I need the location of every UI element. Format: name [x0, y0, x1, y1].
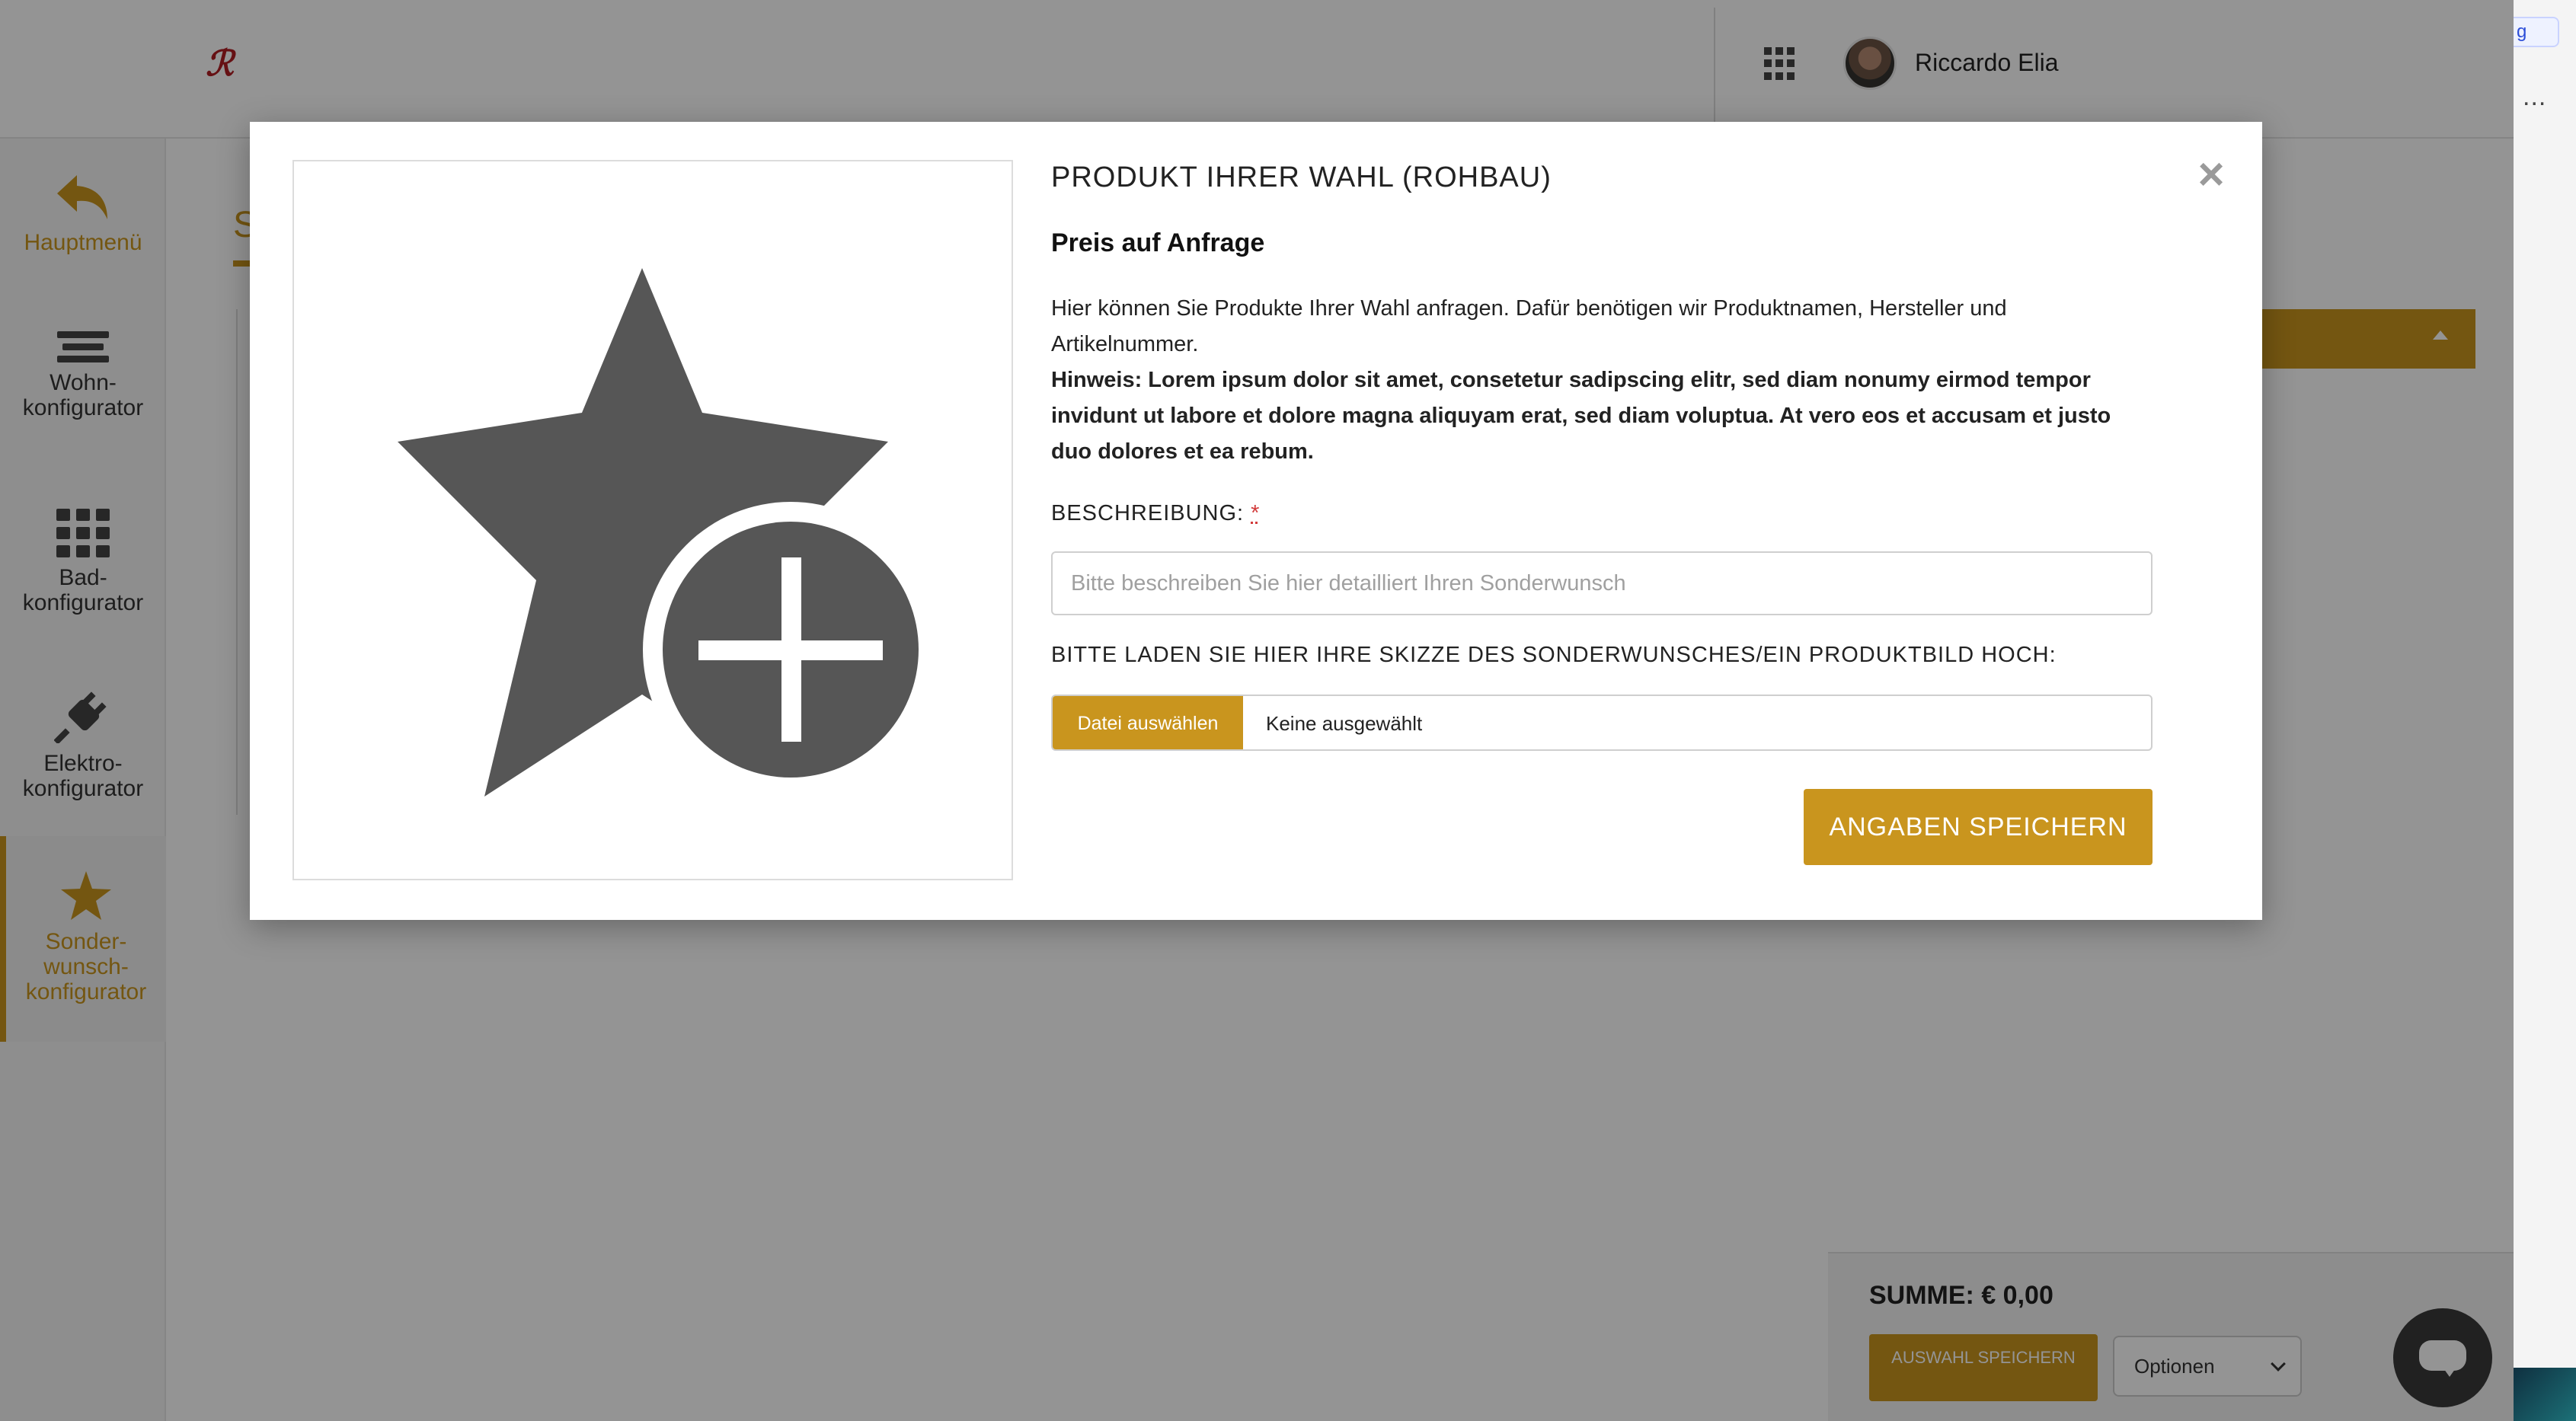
right-edge-strip: g ...: [2514, 0, 2576, 1421]
price-text: Preis auf Anfrage: [1051, 228, 1265, 257]
description-input[interactable]: [1051, 551, 2153, 615]
modal-hint: Hinweis: Lorem ipsum dolor sit amet, con…: [1051, 368, 2111, 464]
save-details-button[interactable]: ANGABEN SPEICHERN: [1804, 789, 2153, 865]
close-icon[interactable]: ×: [2191, 152, 2232, 197]
product-modal: × PRODUKT IHRER WAHL (ROHBAU) Preis auf …: [250, 122, 2262, 920]
product-image: [292, 160, 1013, 880]
more-icon[interactable]: ...: [2523, 82, 2546, 112]
required-mark: *: [1251, 501, 1261, 525]
modal-description: Hier können Sie Produkte Ihrer Wahl anfr…: [1051, 296, 2007, 356]
description-label: BESCHREIBUNG: *: [1051, 501, 1260, 526]
language-select-value: g: [2517, 21, 2527, 42]
choose-file-button[interactable]: Datei auswählen: [1053, 696, 1243, 749]
file-status: Keine ausgewählt: [1266, 712, 1423, 735]
star-plus-icon: [398, 268, 938, 797]
description-label-text: BESCHREIBUNG:: [1051, 501, 1245, 525]
decorative-corner: [2514, 1368, 2576, 1421]
modal-title: PRODUKT IHRER WAHL (ROHBAU): [1051, 161, 1552, 193]
language-select[interactable]: g: [2514, 17, 2559, 47]
app: ℛ Riccardo Elia Hauptmenü Wohn- konfigur…: [0, 0, 2514, 1421]
file-upload-field[interactable]: Datei auswählen Keine ausgewählt: [1051, 695, 2153, 751]
upload-label: BITTE LADEN SIE HIER IHRE SKIZZE DES SON…: [1051, 643, 2057, 667]
